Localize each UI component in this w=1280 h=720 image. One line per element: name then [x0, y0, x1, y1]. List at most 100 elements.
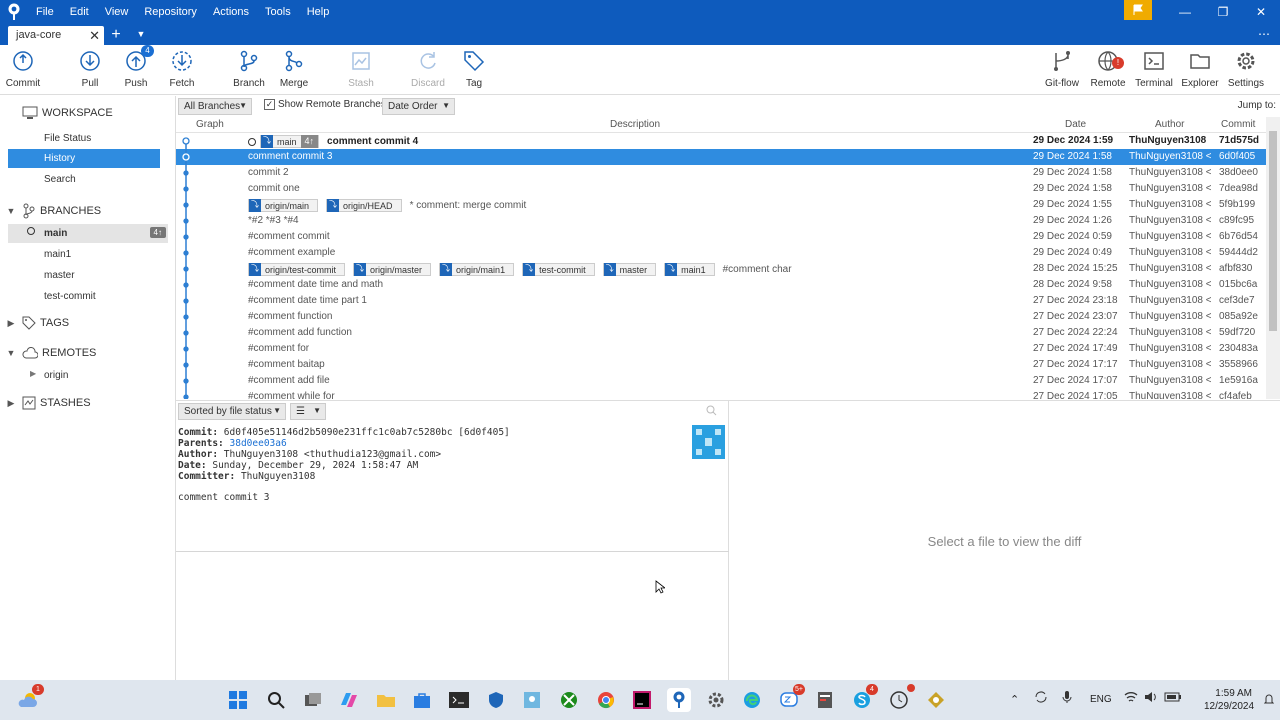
wifi-icon[interactable] — [1124, 691, 1138, 706]
git-app-icon[interactable] — [924, 688, 948, 712]
scrollbar-thumb[interactable] — [1269, 131, 1277, 331]
tags-header[interactable]: ▶ TAGS — [0, 312, 176, 334]
table-row[interactable]: #comment baitap 27 Dec 2024 17:17 ThuNgu… — [176, 357, 1266, 373]
table-row[interactable]: comment commit 3 29 Dec 2024 1:58 ThuNgu… — [176, 149, 1266, 165]
input-language-label[interactable]: ENG — [1090, 694, 1112, 705]
search-icon[interactable] — [264, 688, 288, 712]
commit-list-scrollbar[interactable] — [1266, 117, 1280, 399]
more-options-icon[interactable]: ⋯ — [1254, 24, 1274, 45]
maximize-button[interactable]: ❐ — [1204, 0, 1242, 24]
date-column-header[interactable]: Date — [1065, 119, 1086, 130]
branch-label-tag[interactable]: ⤵ origin/main1 — [439, 263, 515, 276]
intellij-icon[interactable] — [630, 688, 654, 712]
table-row[interactable]: ⤵ origin/test-commit ⤵ origin/master ⤵ origin… — [176, 261, 1266, 277]
table-row[interactable]: #comment date time and math 28 Dec 2024 … — [176, 277, 1266, 293]
branch-label-tag[interactable]: ⤵ main 4↑ — [260, 135, 320, 148]
microphone-icon[interactable] — [1062, 690, 1072, 707]
sourcetree-taskbar-icon[interactable] — [667, 688, 691, 712]
table-row[interactable]: commit 2 29 Dec 2024 1:58 ThuNguyen3108 … — [176, 165, 1266, 181]
volume-icon[interactable] — [1144, 691, 1158, 706]
file-sort-dropdown[interactable]: Sorted by file status ▼ — [178, 403, 286, 420]
battery-icon[interactable] — [1164, 691, 1182, 706]
edge-icon[interactable] — [740, 688, 764, 712]
weather-icon[interactable]: 1 — [16, 684, 44, 712]
table-row[interactable]: #comment add function 27 Dec 2024 22:24 … — [176, 325, 1266, 341]
branch-label-tag[interactable]: ⤵ origin/test-commit — [248, 263, 346, 276]
table-row[interactable]: *#2 *#3 *#4 29 Dec 2024 1:26 ThuNguyen31… — [176, 213, 1266, 229]
sidebar-item-history[interactable]: History — [8, 149, 160, 168]
table-row[interactable]: #comment add file 27 Dec 2024 17:07 ThuN… — [176, 373, 1266, 389]
tab-list-chevron-icon[interactable]: ▼ — [134, 24, 148, 45]
menu-actions[interactable]: Actions — [205, 6, 257, 18]
description-column-header[interactable]: Description — [610, 119, 660, 130]
sidebar-branch-master[interactable]: master — [8, 266, 168, 285]
branch-label-tag[interactable]: ⤵ test-commit — [522, 263, 595, 276]
tray-overflow-chevron-icon[interactable]: ⌃ — [1010, 693, 1019, 706]
close-window-button[interactable]: ✕ — [1242, 0, 1280, 24]
store-icon[interactable] — [410, 688, 434, 712]
table-row[interactable]: #comment function 27 Dec 2024 23:07 ThuN… — [176, 309, 1266, 325]
remotes-header[interactable]: ▼ REMOTES — [0, 342, 176, 364]
minimize-button[interactable]: — — [1166, 0, 1204, 24]
table-row[interactable]: #comment example 29 Dec 2024 0:49 ThuNgu… — [176, 245, 1266, 261]
new-tab-button[interactable]: + — [108, 24, 124, 45]
show-remote-branches-checkbox[interactable]: ✓ Show Remote Branches — [264, 99, 386, 110]
table-row[interactable]: #comment while for 27 Dec 2024 17:05 Thu… — [176, 389, 1266, 399]
search-icon[interactable] — [706, 405, 717, 419]
chrome-icon[interactable] — [594, 688, 618, 712]
taskbar-clock[interactable]: 1:59 AM 12/29/2024 — [1204, 687, 1254, 713]
branch-label-tag[interactable]: ⤵ master — [602, 263, 657, 276]
menu-edit[interactable]: Edit — [62, 6, 97, 18]
table-row[interactable]: ⤵ origin/main ⤵ origin/HEAD * comment: merge… — [176, 197, 1266, 213]
sidebar-remote-origin[interactable]: ▶ origin — [8, 366, 168, 385]
author-column-header[interactable]: Author — [1155, 119, 1184, 130]
menu-view[interactable]: View — [97, 6, 137, 18]
zalo-icon[interactable]: 5+ — [777, 684, 805, 712]
commit-list[interactable]: ⤵ main 4↑ comment commit 4 29 Dec 2024 1:59… — [176, 133, 1266, 399]
settings-gear-icon[interactable] — [704, 688, 728, 712]
branch-label-tag[interactable]: ⤵ origin/main — [248, 199, 319, 212]
notification-flag-button[interactable] — [1124, 0, 1152, 20]
merge-button[interactable]: Merge — [266, 49, 322, 93]
branch-label-tag[interactable]: ⤵ main1 — [664, 263, 715, 276]
settings-button[interactable]: Settings — [1218, 49, 1274, 93]
table-row[interactable]: ⤵ main 4↑ comment commit 4 29 Dec 2024 1:59… — [176, 133, 1266, 149]
skype-icon[interactable]: 4 — [850, 684, 878, 712]
sync-icon[interactable] — [1034, 690, 1048, 707]
tag-button[interactable]: Tag — [446, 49, 502, 93]
sidebar-branch-main[interactable]: main 4↑ — [8, 224, 168, 243]
sidebar-branch-test-commit[interactable]: test-commit — [8, 287, 168, 306]
table-row[interactable]: #comment date time part 1 27 Dec 2024 23… — [176, 293, 1266, 309]
branches-filter-dropdown[interactable]: All Branches ▼ — [178, 98, 252, 115]
table-row[interactable]: commit one 29 Dec 2024 1:58 ThuNguyen310… — [176, 181, 1266, 197]
stashes-header[interactable]: ▶ STASHES — [0, 392, 176, 414]
table-row[interactable]: #comment commit 29 Dec 2024 0:59 ThuNguy… — [176, 229, 1266, 245]
order-dropdown[interactable]: Date Order ▼ — [382, 98, 455, 115]
xbox-icon[interactable] — [557, 688, 581, 712]
security-shield-icon[interactable] — [484, 688, 508, 712]
pane-divider[interactable] — [176, 551, 729, 552]
close-tab-icon[interactable]: ✕ — [89, 28, 100, 44]
parent-link[interactable]: 38d0ee03a6 — [230, 438, 287, 449]
terminal-icon[interactable] — [447, 688, 471, 712]
repo-tab[interactable]: java-core ✕ — [8, 26, 104, 45]
branch-label-tag[interactable]: ⤵ origin/HEAD — [326, 199, 402, 212]
menu-tools[interactable]: Tools — [257, 6, 299, 18]
branch-label-tag[interactable]: ⤵ origin/master — [353, 263, 432, 276]
menu-repository[interactable]: Repository — [136, 6, 205, 18]
copilot-icon[interactable] — [337, 688, 361, 712]
sidebar-branch-main1[interactable]: main1 — [8, 245, 168, 264]
file-explorer-icon[interactable] — [374, 688, 398, 712]
commit-column-header[interactable]: Commit — [1221, 119, 1255, 130]
clock-app-icon[interactable] — [887, 684, 915, 712]
windows-start-icon[interactable] — [226, 688, 250, 712]
jump-to-label[interactable]: Jump to: — [1238, 100, 1276, 111]
branches-header[interactable]: ▼ BRANCHES — [0, 200, 176, 222]
image-viewer-icon[interactable] — [520, 688, 544, 712]
notification-bell-icon[interactable] — [1263, 692, 1275, 709]
graph-column-header[interactable]: Graph — [196, 119, 224, 130]
notes-app-icon[interactable] — [813, 688, 837, 712]
sidebar-item-file-status[interactable]: File Status — [8, 129, 160, 148]
table-row[interactable]: #comment for 27 Dec 2024 17:49 ThuNguyen… — [176, 341, 1266, 357]
fetch-button[interactable]: Fetch — [154, 49, 210, 93]
